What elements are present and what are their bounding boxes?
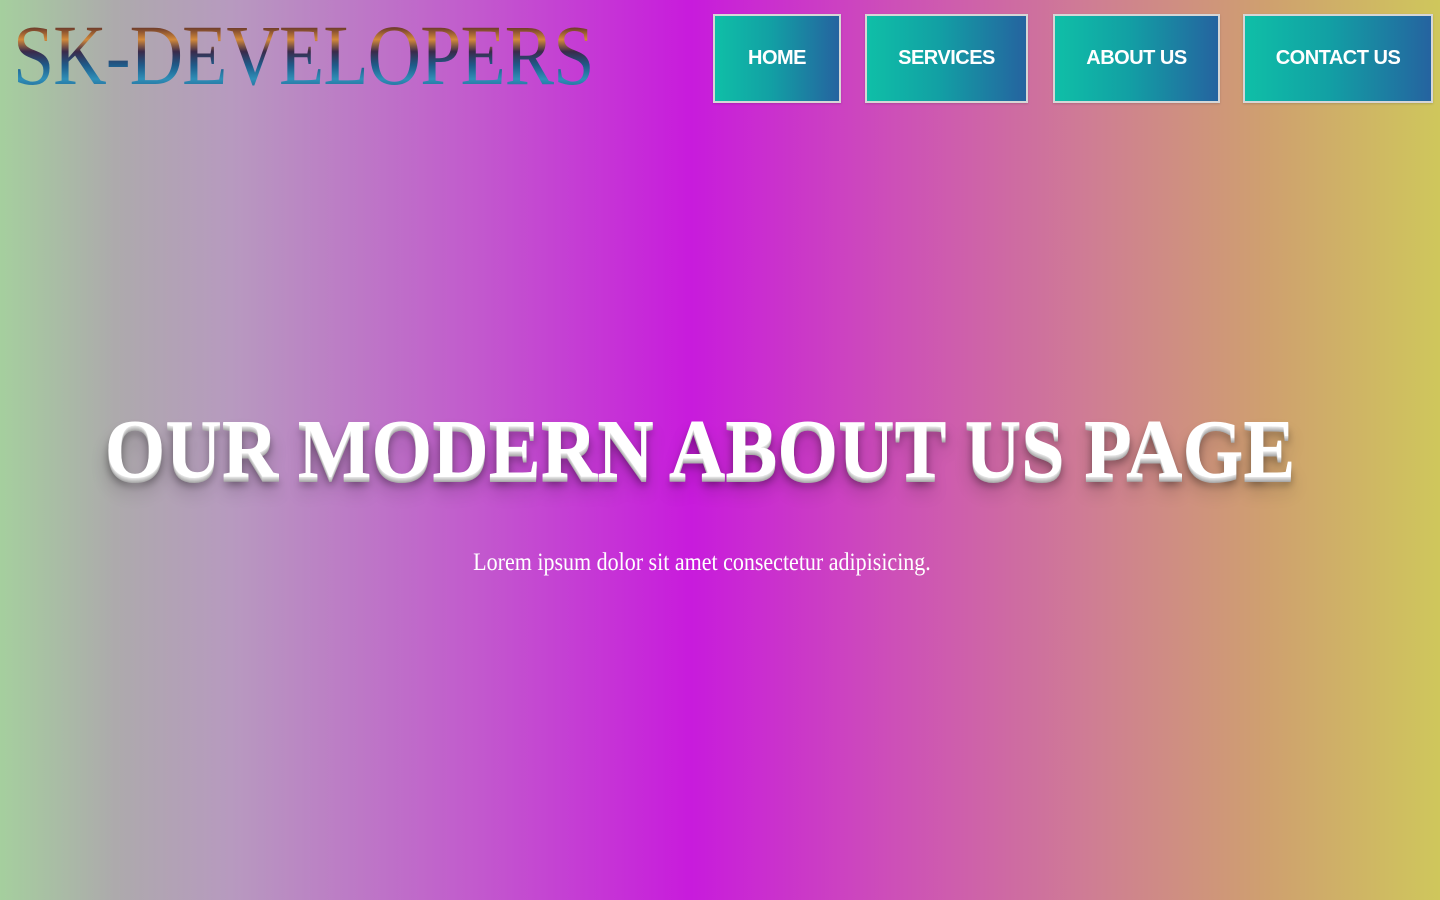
hero-subtitle: Lorem ipsum dolor sit amet consectetur a… [473, 549, 931, 576]
nav-about-button[interactable]: ABOUT US [1053, 14, 1220, 103]
nav-home-button[interactable]: HOME [713, 14, 841, 103]
nav-contact-button[interactable]: CONTACT US [1243, 14, 1433, 103]
nav-services-button[interactable]: SERVICES [865, 14, 1028, 103]
site-logo[interactable]: SK-DEVELOPERS [13, 12, 594, 98]
hero-title: OUR MODERN ABOUT US PAGE [104, 403, 1296, 496]
